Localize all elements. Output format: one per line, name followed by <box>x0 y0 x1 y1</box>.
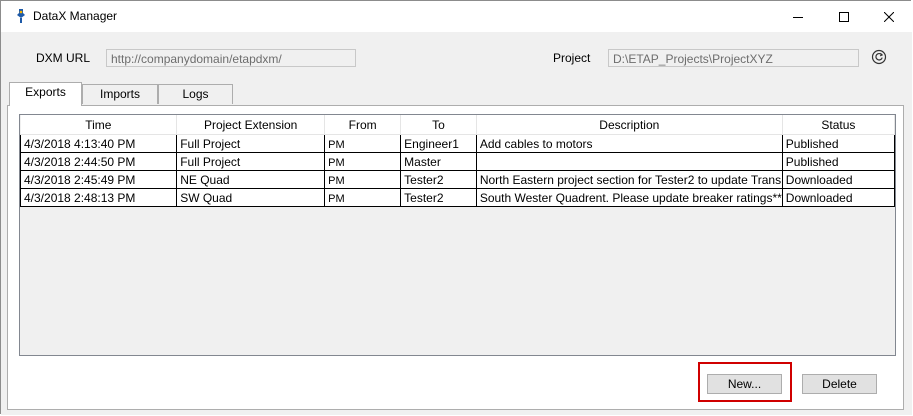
new-button[interactable]: New... <box>707 374 782 394</box>
cell-from: PM <box>324 152 402 171</box>
cell-description: North Eastern project section for Tester… <box>475 170 783 189</box>
cell-time: 4/3/2018 2:44:50 PM <box>19 152 178 171</box>
cell-time: 4/3/2018 2:45:49 PM <box>19 170 178 189</box>
table-row[interactable]: 4/3/2018 2:48:13 PM SW Quad PM Tester2 S… <box>19 188 896 207</box>
column-header-project-extension[interactable]: Project Extension <box>176 115 326 135</box>
cell-status: Published <box>781 152 896 171</box>
exports-table: Time Project Extension From To Descripti… <box>19 115 896 207</box>
cell-status: Downloaded <box>781 188 896 207</box>
cell-from: PM <box>324 170 402 189</box>
refresh-icon[interactable] <box>871 49 887 65</box>
maximize-button[interactable] <box>821 1 867 32</box>
close-icon <box>884 11 894 22</box>
table-row[interactable]: 4/3/2018 4:13:40 PM Full Project PM Engi… <box>19 134 896 153</box>
cell-to: Engineer1 <box>400 134 477 153</box>
cell-description: Add cables to motors <box>475 134 783 153</box>
window-title: DataX Manager <box>33 9 118 23</box>
column-header-time[interactable]: Time <box>20 115 178 135</box>
cell-description: South Wester Quadrent. Please update bre… <box>475 188 783 207</box>
table-row[interactable]: 4/3/2018 2:45:49 PM NE Quad PM Tester2 N… <box>19 170 896 189</box>
minimize-button[interactable] <box>775 1 821 32</box>
cell-time: 4/3/2018 4:13:40 PM <box>19 134 178 153</box>
cell-project-extension: Full Project <box>176 152 326 171</box>
cell-time: 4/3/2018 2:48:13 PM <box>19 188 178 207</box>
tab-imports[interactable]: Imports <box>82 84 158 104</box>
tab-logs[interactable]: Logs <box>158 84 233 104</box>
cell-status: Downloaded <box>781 170 896 189</box>
dxm-url-field[interactable]: http://companydomain/etapdxm/ <box>106 49 356 67</box>
column-header-from[interactable]: From <box>324 115 402 135</box>
cell-project-extension: NE Quad <box>176 170 326 189</box>
column-header-description[interactable]: Description <box>476 115 783 135</box>
column-header-status[interactable]: Status <box>782 115 896 135</box>
dxm-url-label: DXM URL <box>36 51 91 65</box>
window-client-area: DXM URL http://companydomain/etapdxm/ Pr… <box>1 32 912 415</box>
cell-project-extension: SW Quad <box>176 188 326 207</box>
table-header-row: Time Project Extension From To Descripti… <box>20 115 896 135</box>
minimize-icon <box>793 16 803 18</box>
cell-status: Published <box>781 134 896 153</box>
maximize-icon <box>839 11 849 22</box>
cell-project-extension: Full Project <box>176 134 326 153</box>
table-row[interactable]: 4/3/2018 2:44:50 PM Full Project PM Mast… <box>19 152 896 171</box>
project-path-field[interactable]: D:\ETAP_Projects\ProjectXYZ <box>608 49 859 67</box>
title-bar[interactable]: DataX Manager <box>1 1 912 32</box>
cell-to: Tester2 <box>400 170 477 189</box>
exports-grid[interactable]: Time Project Extension From To Descripti… <box>19 114 896 356</box>
cell-from: PM <box>324 188 402 207</box>
app-icon <box>17 9 25 23</box>
column-header-to[interactable]: To <box>400 115 477 135</box>
cell-to: Master <box>400 152 477 171</box>
cell-to: Tester2 <box>400 188 477 207</box>
datax-manager-window: DataX Manager DXM URL http://companydoma… <box>0 0 912 415</box>
close-button[interactable] <box>866 1 912 32</box>
delete-button[interactable]: Delete <box>802 374 877 394</box>
tab-exports[interactable]: Exports <box>9 82 82 106</box>
cell-description <box>475 152 783 171</box>
cell-from: PM <box>324 134 402 153</box>
project-label: Project <box>553 51 591 65</box>
